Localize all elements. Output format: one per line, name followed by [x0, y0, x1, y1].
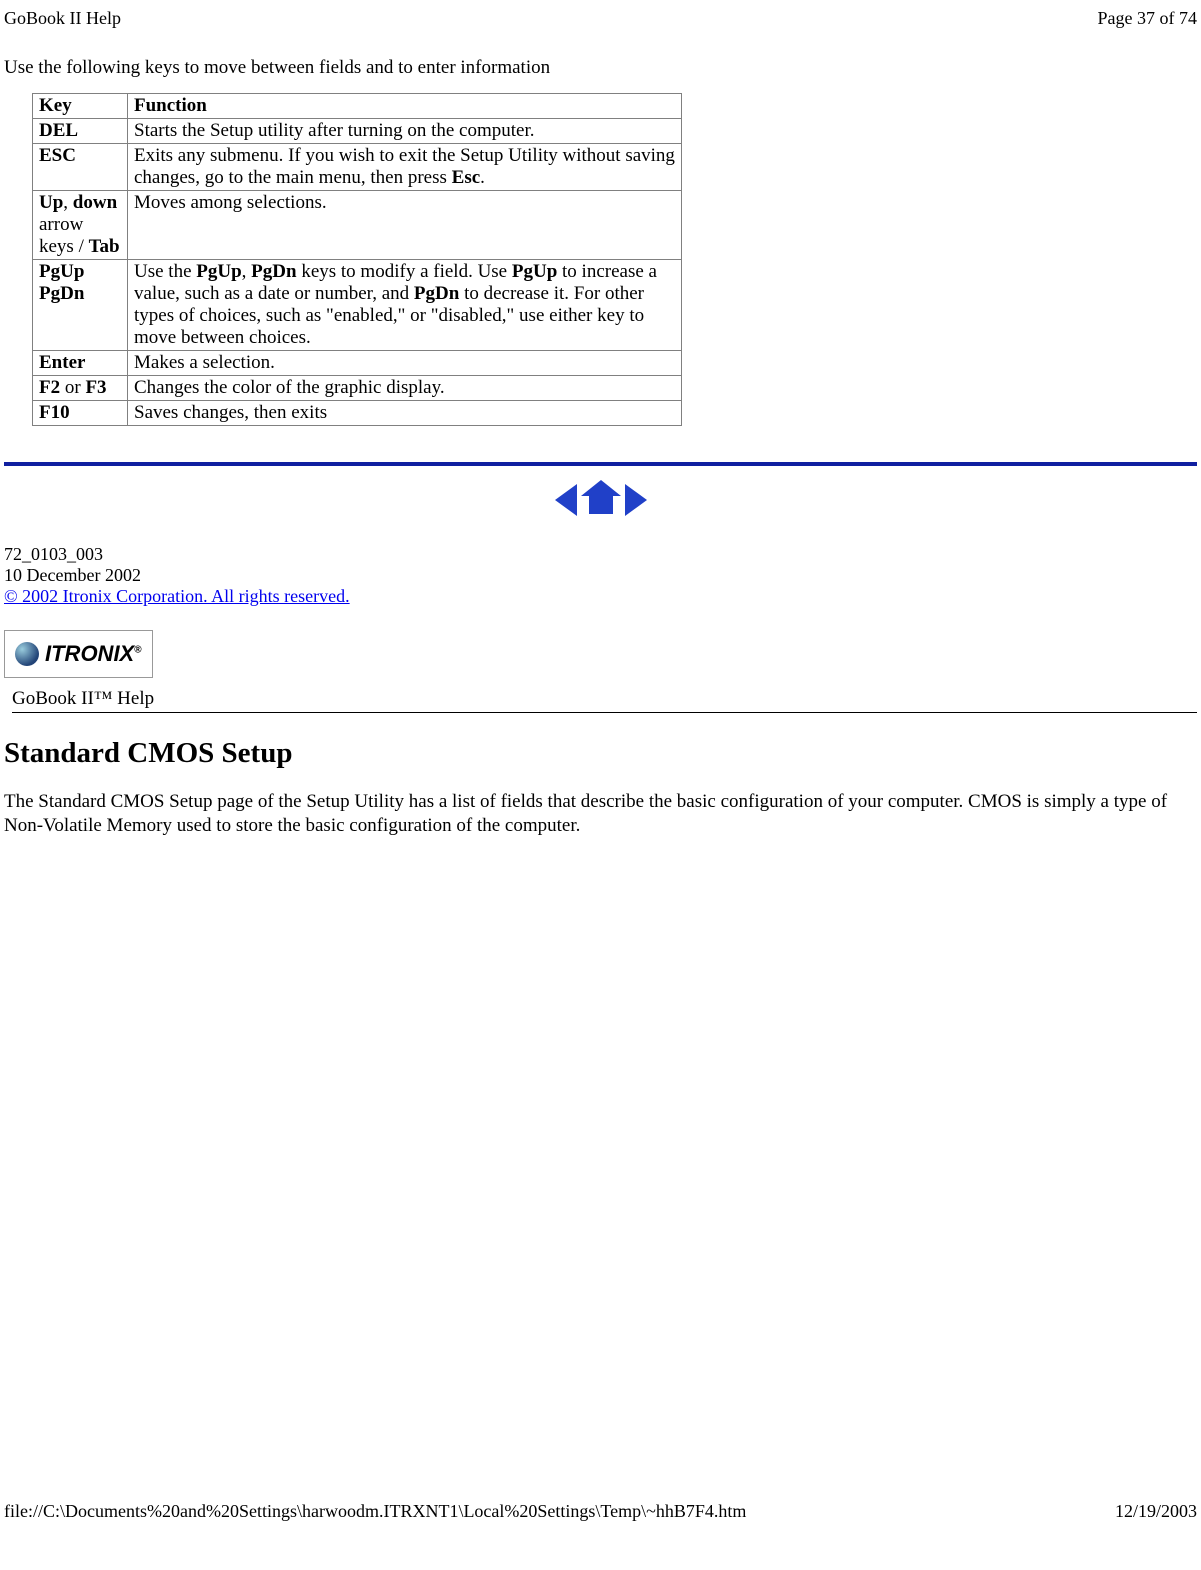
th-function: Function	[128, 94, 682, 119]
help-label: GoBook II™ Help	[12, 688, 1197, 713]
footer-path: file://C:\Documents%20and%20Settings\har…	[4, 1501, 746, 1522]
key-cell: ESC	[33, 144, 128, 191]
section-heading: Standard CMOS Setup	[4, 737, 1197, 770]
table-row: DELStarts the Setup utility after turnin…	[33, 119, 682, 144]
key-cell: F10	[33, 401, 128, 426]
nav-home-icon[interactable]	[583, 484, 619, 516]
function-cell: Exits any submenu. If you wish to exit t…	[128, 144, 682, 191]
table-row: F2 or F3Changes the color of the graphic…	[33, 376, 682, 401]
brand-logo: ITRONIX®	[4, 630, 153, 678]
key-cell: Enter	[33, 351, 128, 376]
globe-icon	[15, 642, 39, 666]
function-cell: Changes the color of the graphic display…	[128, 376, 682, 401]
brand-text: ITRONIX®	[45, 641, 142, 667]
pagination: Page 37 of 74	[1098, 8, 1197, 29]
table-header-row: Key Function	[33, 94, 682, 119]
footer-date: 12/19/2003	[1115, 1501, 1197, 1522]
table-row: F10Saves changes, then exits	[33, 401, 682, 426]
copyright-link[interactable]: © 2002 Itronix Corporation. All rights r…	[4, 586, 350, 606]
table-row: Up, down arrow keys / TabMoves among sel…	[33, 191, 682, 260]
th-key: Key	[33, 94, 128, 119]
function-cell: Moves among selections.	[128, 191, 682, 260]
doc-date: 10 December 2002	[4, 565, 1197, 586]
key-function-table: Key Function DELStarts the Setup utility…	[32, 93, 682, 426]
function-cell: Starts the Setup utility after turning o…	[128, 119, 682, 144]
doc-number: 72_0103_003	[4, 544, 1197, 565]
function-cell: Use the PgUp, PgDn keys to modify a fiel…	[128, 260, 682, 351]
section-divider	[4, 462, 1197, 466]
function-cell: Makes a selection.	[128, 351, 682, 376]
table-row: ESCExits any submenu. If you wish to exi…	[33, 144, 682, 191]
key-cell: Up, down arrow keys / Tab	[33, 191, 128, 260]
table-row: PgUp PgDnUse the PgUp, PgDn keys to modi…	[33, 260, 682, 351]
key-cell: PgUp PgDn	[33, 260, 128, 351]
key-cell: F2 or F3	[33, 376, 128, 401]
nav-next-icon[interactable]	[625, 484, 647, 516]
intro-text: Use the following keys to move between f…	[4, 57, 1197, 79]
doc-title: GoBook II Help	[4, 8, 121, 29]
nav-bar	[4, 484, 1197, 516]
nav-prev-icon[interactable]	[555, 484, 577, 516]
table-row: EnterMakes a selection.	[33, 351, 682, 376]
key-cell: DEL	[33, 119, 128, 144]
section-body: The Standard CMOS Setup page of the Setu…	[4, 790, 1197, 839]
function-cell: Saves changes, then exits	[128, 401, 682, 426]
